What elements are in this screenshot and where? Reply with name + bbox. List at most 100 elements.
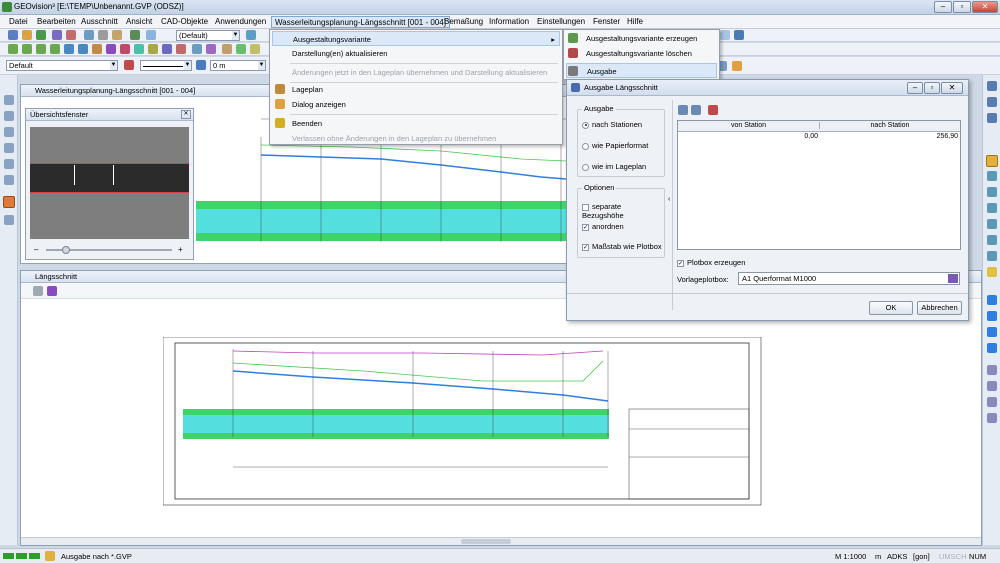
cut-icon[interactable] — [112, 30, 122, 40]
hand-icon[interactable] — [987, 267, 997, 277]
text-tool-icon[interactable] — [64, 44, 74, 54]
zoom-out-slider-icon[interactable]: – — [34, 246, 42, 254]
extend-tool-icon[interactable] — [250, 44, 260, 54]
menu-item-verlassen[interactable]: Verlassen ohne Änderungen in den Lagepla… — [272, 131, 560, 146]
split-tool-icon[interactable] — [4, 159, 14, 169]
menu-ansicht[interactable]: Ansicht — [123, 16, 155, 28]
menu-item-lageplan[interactable]: Lageplan — [272, 82, 560, 97]
snap-tool-icon[interactable] — [134, 44, 144, 54]
line-tool-icon[interactable] — [8, 44, 18, 54]
menu-cad-objekte[interactable]: CAD-Objekte — [158, 16, 211, 28]
move-tool-icon[interactable] — [162, 44, 172, 54]
zoom-all-icon[interactable] — [987, 113, 997, 123]
view-icon[interactable] — [987, 251, 997, 261]
select-tool-icon[interactable] — [4, 95, 14, 105]
dialog-minimize-button[interactable]: – — [907, 82, 923, 94]
zoom-extents-icon[interactable] — [987, 171, 997, 181]
overview-close-button[interactable]: ✕ — [181, 110, 191, 119]
paste-icon[interactable] — [98, 30, 108, 40]
plotbox-picker-icon[interactable] — [948, 274, 958, 283]
close-button[interactable]: ✕ — [972, 1, 998, 13]
menu-hilfe[interactable]: Hilfe — [624, 16, 646, 28]
checkbox-separate-bezugshoehe[interactable]: separate Bezugshöhe — [582, 202, 664, 220]
menu-anwendungen[interactable]: Anwendungen — [212, 16, 269, 28]
table-row[interactable]: 0,00 256,90 — [678, 133, 960, 143]
overview-canvas[interactable] — [30, 127, 189, 239]
polyline-tool-icon[interactable] — [22, 44, 32, 54]
submenu-item-loeschen[interactable]: Ausgestaltungsvariante löschen — [566, 46, 717, 61]
copy-icon[interactable] — [84, 30, 94, 40]
plot-icon[interactable] — [732, 61, 742, 71]
zoom-active-icon[interactable] — [986, 155, 998, 167]
arrow-down-icon[interactable] — [987, 343, 997, 353]
line-weight-icon[interactable] — [196, 60, 206, 70]
zoom-window-icon[interactable] — [734, 30, 744, 40]
pan-tool-icon[interactable] — [4, 111, 14, 121]
menu-datei[interactable]: Datei — [6, 16, 31, 28]
grid-icon[interactable] — [720, 30, 730, 40]
print-icon[interactable] — [130, 30, 140, 40]
regen-icon[interactable] — [987, 235, 997, 245]
offset-combo[interactable]: 0 m ▼ — [210, 60, 266, 71]
zoom-in-icon[interactable] — [987, 81, 997, 91]
print-preview-icon[interactable] — [33, 286, 43, 296]
submenu-item-ausgabe[interactable]: Ausgabe — [566, 63, 717, 78]
properties-icon[interactable] — [987, 397, 997, 407]
rotate-tool-icon[interactable] — [192, 44, 202, 54]
undo-icon[interactable] — [52, 30, 62, 40]
menu-item-darstellung-aktualisieren[interactable]: Darstellung(en) aktualisieren — [272, 46, 560, 61]
cancel-button[interactable]: Abbrechen — [917, 301, 962, 315]
redo-icon[interactable] — [66, 30, 76, 40]
maximize-button[interactable]: ▫ — [953, 1, 971, 13]
arrow-up-icon[interactable] — [987, 295, 997, 305]
radio-wie-im-lageplan[interactable]: wie im Lageplan — [582, 162, 646, 171]
checkbox-anordnen[interactable]: ✓ anordnen — [582, 222, 624, 231]
open-icon[interactable] — [22, 30, 32, 40]
zoom-out-icon[interactable] — [987, 97, 997, 107]
join-tool-icon[interactable] — [4, 143, 14, 153]
ok-button[interactable]: OK — [869, 301, 913, 315]
delete-tool-icon[interactable] — [176, 44, 186, 54]
menu-information[interactable]: Information — [486, 16, 532, 28]
radio-nach-stationen[interactable]: nach Stationen — [582, 120, 642, 129]
color-picker-icon[interactable] — [124, 60, 134, 70]
add-row-icon[interactable] — [678, 105, 688, 115]
arrow-left-icon[interactable] — [987, 311, 997, 321]
measure-tool-icon[interactable] — [120, 44, 130, 54]
symbol-tool-icon[interactable] — [106, 44, 116, 54]
zoom-in-slider-icon[interactable]: + — [178, 246, 186, 254]
menu-item-dialog-anzeigen[interactable]: Dialog anzeigen — [272, 97, 560, 112]
trim-tool-icon[interactable] — [236, 44, 246, 54]
menu-ausschnitt[interactable]: Ausschnitt — [78, 16, 121, 28]
measure-icon[interactable] — [987, 365, 997, 375]
node-tool-icon[interactable] — [4, 127, 14, 137]
dialog-maximize-button[interactable]: ▫ — [924, 82, 940, 94]
arrow-right-icon[interactable] — [987, 327, 997, 337]
remove-row-icon[interactable] — [691, 105, 701, 115]
zoom-previous-icon[interactable] — [987, 187, 997, 197]
menu-bemassung[interactable]: Bemaßung — [441, 16, 486, 28]
pen-icon[interactable] — [246, 30, 256, 40]
hatch-tool-icon[interactable] — [92, 44, 102, 54]
info-icon[interactable] — [987, 381, 997, 391]
zoom-slider-thumb[interactable] — [62, 246, 70, 254]
scale-tool-icon[interactable] — [206, 44, 216, 54]
layers-icon[interactable] — [987, 413, 997, 423]
arc-tool-icon[interactable] — [36, 44, 46, 54]
menu-item-aenderungen-uebernehmen[interactable]: Änderungen jetzt in den Lageplan überneh… — [272, 65, 560, 80]
menu-fenster[interactable]: Fenster — [590, 16, 623, 28]
horizontal-scrollbar[interactable] — [21, 537, 981, 545]
edit-tool-icon[interactable] — [148, 44, 158, 54]
col-nach-station[interactable]: nach Station — [820, 122, 960, 129]
circle-tool-icon[interactable] — [50, 44, 60, 54]
zoom-window2-icon[interactable] — [987, 203, 997, 213]
menu-einstellungen[interactable]: Einstellungen — [534, 16, 588, 28]
profile-tool-icon[interactable] — [4, 215, 14, 225]
style-combo[interactable]: Default ▼ — [6, 60, 118, 71]
menu-wasserleitung[interactable]: Wasserleitungsplanung-Längsschnitt [001 … — [271, 16, 450, 28]
pick-station-icon[interactable] — [708, 105, 718, 115]
radio-wie-papierformat[interactable]: wie Papierformat — [582, 141, 648, 150]
dialog-close-button[interactable]: ✕ — [941, 82, 963, 94]
submenu-item-erzeugen[interactable]: Ausgestaltungsvariante erzeugen — [566, 31, 717, 46]
active-tool-icon[interactable] — [3, 196, 15, 208]
